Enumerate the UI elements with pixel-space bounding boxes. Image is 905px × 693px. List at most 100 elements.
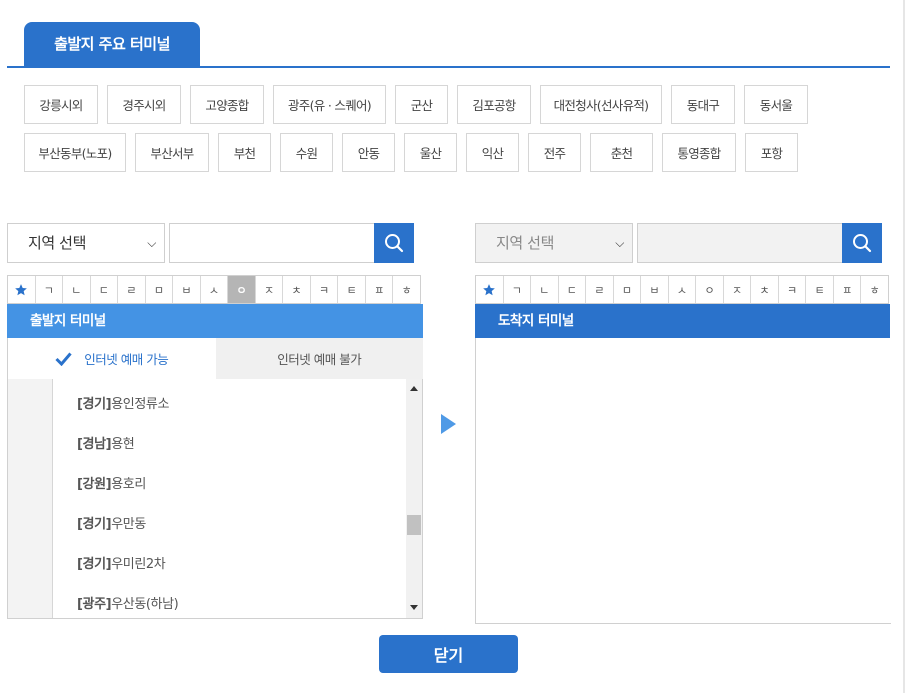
scroll-thumb[interactable] xyxy=(407,515,421,535)
arrival-region-select[interactable]: 지역 선택 ⌵ xyxy=(475,223,633,263)
consonant-filter[interactable]: ㅅ xyxy=(201,276,229,303)
departure-subtabs: 인터넷 예매 가능 인터넷 예매 불가 xyxy=(7,338,423,379)
list-item[interactable]: [경기]용인정류소 xyxy=(53,385,406,425)
consonant-filter[interactable]: ㅂ xyxy=(641,276,669,303)
consonant-filter[interactable]: ㄹ xyxy=(586,276,614,303)
tab-underline xyxy=(7,66,890,68)
star-icon[interactable] xyxy=(8,276,36,303)
terminal-chip[interactable]: 부산동부(노포) xyxy=(24,133,126,172)
terminal-chip[interactable]: 동대구 xyxy=(671,85,735,124)
item-region: [경기] xyxy=(77,557,112,572)
terminal-chip[interactable]: 익산 xyxy=(466,133,519,172)
item-name: 용호리 xyxy=(111,477,146,492)
consonant-filter[interactable]: ㅂ xyxy=(173,276,201,303)
consonant-filter[interactable]: ㄱ xyxy=(504,276,532,303)
consonant-filter[interactable]: ㅇ xyxy=(696,276,724,303)
check-icon xyxy=(55,352,72,366)
terminal-chip[interactable]: 포항 xyxy=(745,133,798,172)
arrival-consonant-bar: ㄱㄴㄷㄹㅁㅂㅅㅇㅈㅊㅋㅌㅍㅎ xyxy=(475,275,889,304)
chevron-down-icon: ⌵ xyxy=(615,236,624,250)
terminal-chip[interactable]: 전주 xyxy=(528,133,581,172)
consonant-filter[interactable]: ㅊ xyxy=(283,276,311,303)
chip-row-1: 강릉시외 경주시외 고양종합 광주(유 · 스퀘어) 군산 김포공항 대전청사(… xyxy=(24,85,824,124)
play-arrow-icon xyxy=(441,414,456,434)
terminal-chip[interactable]: 안동 xyxy=(342,133,395,172)
consonant-filter[interactable]: ㅇ xyxy=(228,276,256,303)
consonant-filter[interactable]: ㅈ xyxy=(724,276,752,303)
consonant-filter[interactable]: ㅅ xyxy=(669,276,697,303)
item-name: 용인정류소 xyxy=(111,397,170,412)
terminal-chip[interactable]: 부천 xyxy=(218,133,271,172)
consonant-filter[interactable]: ㄹ xyxy=(118,276,146,303)
consonant-filter[interactable]: ㅋ xyxy=(779,276,807,303)
tab-internet-available[interactable]: 인터넷 예매 가능 xyxy=(7,338,216,379)
list-item[interactable]: [경기]우미린2차 xyxy=(53,545,406,585)
consonant-filter[interactable]: ㅍ xyxy=(834,276,862,303)
terminal-chip[interactable]: 대전청사(선사유적) xyxy=(540,85,662,124)
consonant-filter[interactable]: ㅌ xyxy=(806,276,834,303)
chevron-down-icon: ⌵ xyxy=(147,236,156,250)
terminal-chip[interactable]: 수원 xyxy=(280,133,333,172)
tab-internet-available-label: 인터넷 예매 가능 xyxy=(84,352,169,367)
terminal-chip[interactable]: 군산 xyxy=(395,85,448,124)
tab-main-terminals[interactable]: 출발지 주요 터미널 xyxy=(24,22,200,67)
consonant-filter[interactable]: ㄴ xyxy=(531,276,559,303)
terminal-chip[interactable]: 광주(유 · 스퀘어) xyxy=(273,85,386,124)
arrival-search-input[interactable] xyxy=(637,223,843,263)
arrival-terminal-list xyxy=(475,338,891,624)
search-icon xyxy=(385,234,404,253)
terminal-list-inner: [경기]용인정류소 [경남]용현 [강원]용호리 [경기]우만동 [경기]우미린2차 [광… xyxy=(52,379,406,618)
item-region: [강원] xyxy=(77,477,112,492)
list-item[interactable]: [강원]용호리 xyxy=(53,465,406,505)
item-name: 우산동(하남) xyxy=(111,597,179,612)
scroll-up-icon[interactable] xyxy=(410,386,418,391)
consonant-filter[interactable]: ㄷ xyxy=(559,276,587,303)
item-region: [경기] xyxy=(77,517,112,532)
arrival-search-button[interactable] xyxy=(842,223,882,263)
terminal-chip[interactable]: 울산 xyxy=(404,133,457,172)
terminal-chip[interactable]: 부산서부 xyxy=(135,133,209,172)
terminal-chip[interactable]: 경주시외 xyxy=(107,85,181,124)
departure-search-input[interactable] xyxy=(169,223,375,263)
star-icon[interactable] xyxy=(476,276,504,303)
consonant-filter[interactable]: ㅎ xyxy=(861,276,888,303)
consonant-filter[interactable]: ㅊ xyxy=(751,276,779,303)
terminal-chip[interactable]: 김포공항 xyxy=(457,85,531,124)
consonant-filter[interactable]: ㄴ xyxy=(63,276,91,303)
consonant-filter[interactable]: ㄱ xyxy=(36,276,64,303)
departure-header: 출발지 터미널 xyxy=(7,304,423,338)
departure-search-button[interactable] xyxy=(374,223,414,263)
terminal-picker: 출발지 주요 터미널 강릉시외 경주시외 고양종합 광주(유 · 스퀘어) 군산… xyxy=(0,0,905,693)
arrival-header: 도착지 터미널 xyxy=(475,304,890,338)
terminal-chips: 강릉시외 경주시외 고양종합 광주(유 · 스퀘어) 군산 김포공항 대전청사(… xyxy=(24,85,824,181)
consonant-filter[interactable]: ㅍ xyxy=(366,276,394,303)
item-region: [광주] xyxy=(77,597,112,612)
consonant-filter[interactable]: ㅁ xyxy=(614,276,642,303)
departure-terminal-list: [경기]용인정류소 [경남]용현 [강원]용호리 [경기]우만동 [경기]우미린2차 [광… xyxy=(7,379,423,619)
consonant-filter[interactable]: ㅈ xyxy=(256,276,284,303)
consonant-filter[interactable]: ㅁ xyxy=(146,276,174,303)
chip-row-2: 부산동부(노포) 부산서부 부천 수원 안동 울산 익산 전주 춘천 통영종합 … xyxy=(24,133,824,172)
terminal-chip[interactable]: 통영종합 xyxy=(662,133,736,172)
consonant-filter[interactable]: ㅎ xyxy=(393,276,420,303)
item-region: [경기] xyxy=(77,397,112,412)
tab-internet-unavailable[interactable]: 인터넷 예매 불가 xyxy=(215,338,423,379)
search-icon xyxy=(853,234,872,253)
consonant-filter[interactable]: ㄷ xyxy=(91,276,119,303)
item-name: 용현 xyxy=(111,437,135,452)
scroll-down-icon[interactable] xyxy=(410,605,418,610)
list-scrollbar[interactable] xyxy=(406,379,422,618)
close-button[interactable]: 닫기 xyxy=(379,635,518,673)
terminal-chip[interactable]: 동서울 xyxy=(744,85,808,124)
terminal-chip[interactable]: 강릉시외 xyxy=(24,85,98,124)
list-item[interactable]: [경기]우만동 xyxy=(53,505,406,545)
departure-region-select[interactable]: 지역 선택 ⌵ xyxy=(7,223,165,263)
item-name: 우만동 xyxy=(111,517,146,532)
terminal-chip[interactable]: 고양종합 xyxy=(190,85,264,124)
list-item[interactable]: [경남]용현 xyxy=(53,425,406,465)
list-item[interactable]: [광주]우산동(하남) xyxy=(53,585,406,618)
consonant-filter[interactable]: ㅌ xyxy=(338,276,366,303)
departure-region-select-label: 지역 선택 xyxy=(28,234,86,252)
terminal-chip[interactable]: 춘천 xyxy=(590,133,653,172)
consonant-filter[interactable]: ㅋ xyxy=(311,276,339,303)
